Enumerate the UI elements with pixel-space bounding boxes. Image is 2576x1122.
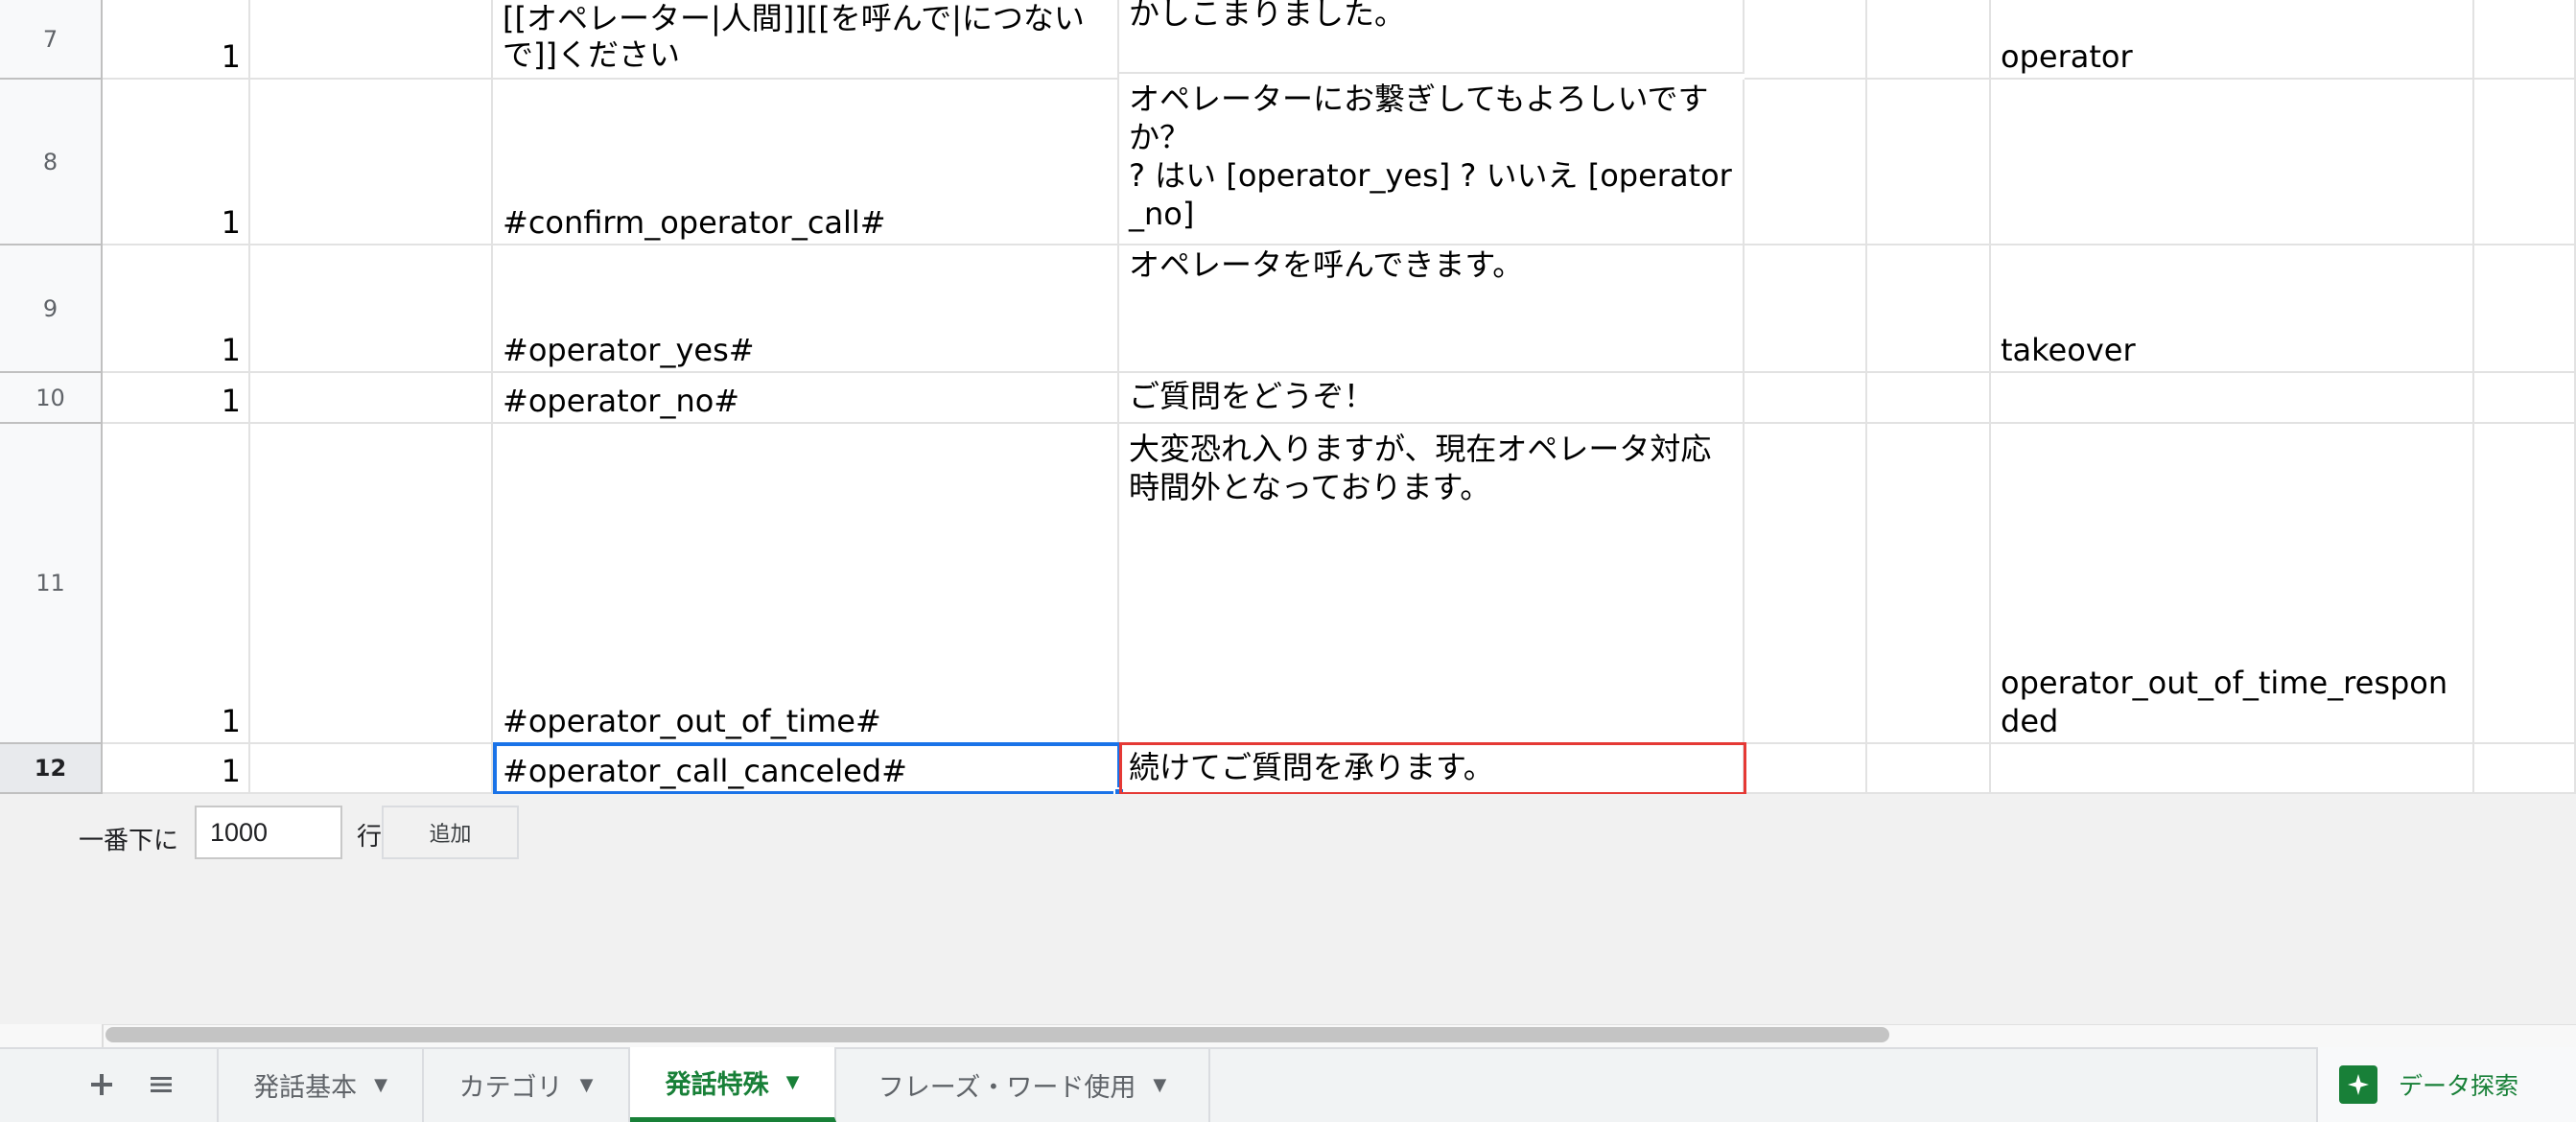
sheet-tab-label: フレーズ・ワード使用 xyxy=(878,1072,1136,1103)
cell[interactable]: #operator_call_canceled# xyxy=(493,744,1119,794)
cell-value: 1 xyxy=(221,753,241,789)
cell[interactable] xyxy=(2474,0,2576,80)
cell-value: 1 xyxy=(221,383,241,419)
row-header[interactable]: 7 xyxy=(0,0,103,80)
cell[interactable] xyxy=(1867,744,1991,794)
sheet-tab[interactable]: カテゴリ ▼ xyxy=(424,1047,630,1122)
cell[interactable] xyxy=(250,0,493,80)
sheet-tab-label: 発話基本 xyxy=(253,1072,358,1103)
sheet-tab-label: 発話特殊 xyxy=(665,1070,769,1100)
cell-value: #operator_no# xyxy=(503,383,740,419)
row-header[interactable]: 8 xyxy=(0,80,103,245)
cell[interactable] xyxy=(1745,0,1867,80)
chevron-down-icon[interactable]: ▼ xyxy=(374,1075,387,1095)
cell[interactable] xyxy=(2474,80,2576,245)
table-row: 12 1 #operator_call_canceled# 続けてご質問を承りま… xyxy=(0,744,2576,794)
cell[interactable] xyxy=(1745,744,1867,794)
cell[interactable]: #operator_no# xyxy=(493,373,1119,424)
row-header[interactable]: 12 xyxy=(0,744,103,794)
cell-value: operator xyxy=(2001,38,2133,75)
cell[interactable] xyxy=(1867,245,1991,373)
scrollbar-left-gutter xyxy=(0,1024,104,1047)
cell[interactable] xyxy=(250,424,493,744)
cell[interactable]: operator xyxy=(1991,0,2474,80)
chevron-down-icon[interactable]: ▼ xyxy=(1153,1075,1166,1095)
cell[interactable] xyxy=(2474,744,2576,794)
cell[interactable] xyxy=(250,744,493,794)
cell[interactable] xyxy=(1867,0,1991,80)
cell-value: operator_out_of_time_responded xyxy=(2001,665,2448,739)
cell[interactable] xyxy=(250,245,493,373)
row-header[interactable]: 11 xyxy=(0,424,103,744)
cell[interactable]: 1 xyxy=(103,373,250,424)
cell-value: 1 xyxy=(221,204,241,241)
explore-button[interactable]: データ探索 xyxy=(2316,1047,2576,1122)
cell[interactable]: 1 xyxy=(103,744,250,794)
cell[interactable]: オペレーターにお繋ぎしてもよろしいですか？ ? はい [operator_yes… xyxy=(1119,80,1745,245)
cell[interactable] xyxy=(250,80,493,245)
cell[interactable] xyxy=(2474,424,2576,744)
table-row: 8 1 #confirm_operator_call# オペレーターにお繋ぎして… xyxy=(0,80,2576,245)
cell-value: #operator_yes# xyxy=(503,332,755,368)
cell[interactable]: 1 xyxy=(103,0,250,80)
sheet-tab[interactable]: フレーズ・ワード使用 ▼ xyxy=(836,1047,1210,1122)
cell[interactable]: operator_out_of_time_responded xyxy=(1991,424,2474,744)
cell[interactable] xyxy=(1745,80,1867,245)
cell[interactable] xyxy=(1745,424,1867,744)
cell[interactable]: #operator_yes# xyxy=(493,245,1119,373)
cell[interactable]: かしこまりました。 xyxy=(1119,0,1745,74)
cell[interactable]: 続けてご質問を承ります。 xyxy=(1119,744,1745,794)
cell[interactable] xyxy=(250,373,493,424)
cell[interactable]: #confirm_operator_call# xyxy=(493,80,1119,245)
cell-value: #operator_call_canceled# xyxy=(503,753,907,789)
cell[interactable] xyxy=(1745,245,1867,373)
cell[interactable]: ご質問をどうぞ！ xyxy=(1119,373,1745,424)
explore-sparkle-icon xyxy=(2339,1065,2377,1104)
sheet-tab-label: カテゴリ xyxy=(458,1072,563,1103)
row-header[interactable]: 9 xyxy=(0,245,103,373)
cell[interactable] xyxy=(1991,373,2474,424)
cell[interactable] xyxy=(1991,80,2474,245)
explore-label: データ探索 xyxy=(2399,1072,2519,1100)
plus-icon[interactable] xyxy=(82,1062,121,1108)
table-row: 7 1 [[オペレーター|人間]][[を呼んで|につないで]]ください かしこま… xyxy=(0,0,2576,80)
cell[interactable]: 大変恐れ入りますが、現在オペレータ対応時間外となっております。 xyxy=(1119,424,1745,744)
cell-value: 1 xyxy=(221,703,241,739)
add-rows-suffix: 行 xyxy=(357,823,383,852)
cell[interactable]: オペレータを呼んできます。 xyxy=(1119,245,1745,373)
cell-value: #confirm_operator_call# xyxy=(503,204,886,241)
add-rows-prefix: 一番下に xyxy=(79,827,179,855)
cell-value: 1 xyxy=(221,38,241,75)
chevron-down-icon[interactable]: ▼ xyxy=(786,1072,800,1092)
table-row: 10 1 #operator_no# ご質問をどうぞ！ xyxy=(0,373,2576,424)
cell[interactable] xyxy=(2474,373,2576,424)
horizontal-scrollbar-thumb[interactable] xyxy=(105,1027,1889,1042)
cell[interactable]: 1 xyxy=(103,245,250,373)
cell[interactable] xyxy=(1745,373,1867,424)
cell-value: takeover xyxy=(2001,332,2136,368)
cell[interactable]: 1 xyxy=(103,80,250,245)
table-row: 11 1 #operator_out_of_time# 大変恐れ入りますが、現在… xyxy=(0,424,2576,744)
cell[interactable]: takeover xyxy=(1991,245,2474,373)
list-icon[interactable] xyxy=(142,1062,180,1108)
cell[interactable]: #operator_out_of_time# xyxy=(493,424,1119,744)
table-row: 9 1 #operator_yes# オペレータを呼んできます。 takeove… xyxy=(0,245,2576,373)
sheet-tab[interactable]: 発話基本 ▼ xyxy=(217,1047,424,1122)
cell[interactable]: [[オペレーター|人間]][[を呼んで|につないで]]ください xyxy=(493,0,1119,80)
sheet-tab-active[interactable]: 発話特殊 ▼ xyxy=(630,1047,836,1122)
cell[interactable] xyxy=(1867,80,1991,245)
cell[interactable] xyxy=(1867,424,1991,744)
cell-value: 1 xyxy=(221,332,241,368)
cell[interactable] xyxy=(2474,245,2576,373)
chevron-down-icon[interactable]: ▼ xyxy=(580,1075,594,1095)
add-rows-count-input[interactable]: 1000 xyxy=(195,806,342,859)
row-header[interactable]: 10 xyxy=(0,373,103,424)
cell[interactable]: 1 xyxy=(103,424,250,744)
cell[interactable] xyxy=(1991,744,2474,794)
cell-value: #operator_out_of_time# xyxy=(503,703,881,739)
cell[interactable] xyxy=(1867,373,1991,424)
add-rows-button[interactable]: 追加 xyxy=(382,806,519,859)
